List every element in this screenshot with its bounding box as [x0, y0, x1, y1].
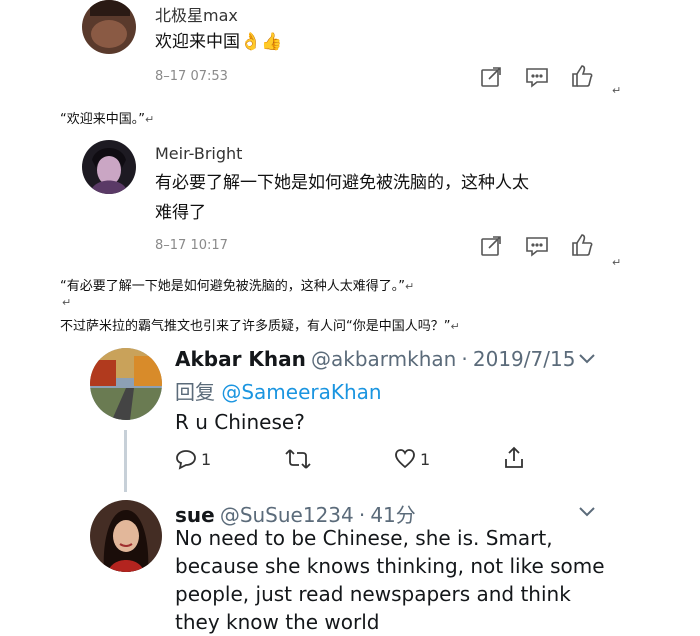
tweet-text: R u Chinese? [175, 410, 305, 434]
comment-text-line: 有必要了解一下她是如何避免被洗脑的，这种人太 [155, 173, 529, 193]
caption-quote: “有必要了解一下她是如何避免被洗脑的，这种人太难得了。” [60, 279, 405, 294]
tweet-text-line: people, just read newspapers and think [175, 582, 571, 606]
paragraph-mark: ↵ [144, 113, 155, 126]
heart-icon [395, 449, 415, 469]
chevron-down-icon[interactable] [578, 503, 596, 522]
avatar[interactable] [82, 0, 136, 54]
reply-to-handle[interactable]: @SameeraKhan [221, 380, 381, 404]
comment-icon[interactable] [525, 66, 549, 88]
tweet-date[interactable]: 2019/7/15 [473, 347, 576, 371]
share-icon[interactable] [480, 66, 502, 88]
username[interactable]: Meir-Bright [155, 144, 242, 163]
paragraph-mark: ↵ [612, 256, 622, 269]
avatar[interactable] [90, 500, 162, 572]
reply-prefix: 回复 [175, 380, 215, 404]
display-name[interactable]: Akbar Khan [175, 347, 306, 371]
reply-button[interactable]: 1 [175, 448, 211, 470]
share-icon[interactable] [503, 446, 525, 474]
caption-quote: “欢迎来中国。” [60, 112, 145, 127]
like-icon[interactable] [570, 233, 594, 257]
user-handle[interactable]: @akbarmkhan [311, 347, 456, 371]
avatar[interactable] [90, 348, 162, 420]
separator-dot: · [461, 347, 468, 371]
chevron-down-icon[interactable] [578, 350, 596, 369]
tweet-text-line: they know the world [175, 610, 380, 634]
comment-icon[interactable] [525, 235, 549, 257]
reply-icon [176, 450, 196, 470]
username[interactable]: 北极星max [155, 2, 238, 26]
timestamp: 8–17 10:17 [155, 238, 228, 253]
retweet-icon [285, 449, 311, 469]
like-icon[interactable] [570, 64, 594, 88]
thread-line [124, 430, 127, 492]
comment-text-line: 难得了 [155, 203, 206, 223]
timestamp: 8–17 07:53 [155, 69, 228, 84]
tweet-text-line: because she knows thinking, not like som… [175, 554, 605, 578]
comment-text: 欢迎来中国👌👍 [155, 32, 283, 52]
paragraph-mark: ↵ [404, 280, 415, 293]
like-count: 1 [420, 449, 431, 469]
share-icon[interactable] [480, 235, 502, 257]
paragraph-mark: ↵ [612, 84, 622, 97]
like-button[interactable]: 1 [394, 448, 430, 470]
paragraph-mark: ↵ [450, 320, 460, 333]
paragraph-mark: ↵ [62, 296, 72, 309]
reply-count: 1 [201, 449, 212, 469]
tweet-text-line: No need to be Chinese, she is. Smart, [175, 526, 553, 550]
avatar[interactable] [82, 140, 136, 194]
retweet-button[interactable] [285, 448, 311, 474]
caption-body: 不过萨米拉的霸气推文也引来了许多质疑，有人问“你是中国人吗？” [60, 319, 451, 334]
